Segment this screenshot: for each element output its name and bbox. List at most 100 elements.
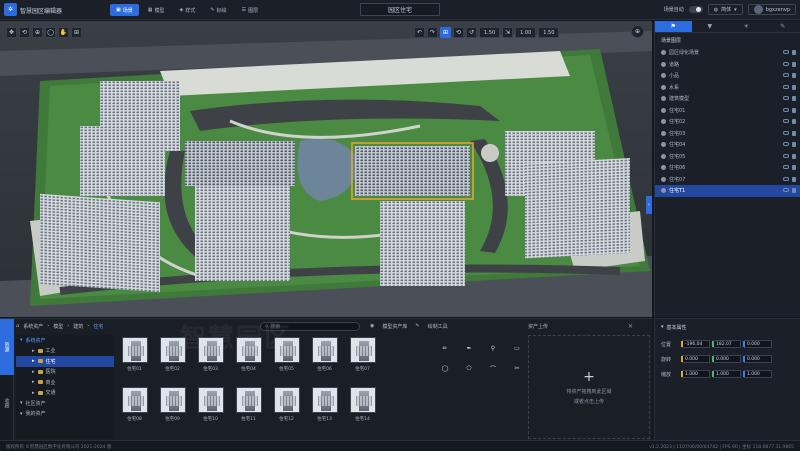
- layer-item[interactable]: 住宅01: [655, 105, 800, 117]
- asset-tree-item[interactable]: ▸ 住宅: [16, 356, 114, 367]
- rotate-step-value[interactable]: 1.50: [479, 27, 501, 38]
- rectangle-icon[interactable]: ▭: [510, 343, 524, 353]
- circle-tool-button[interactable]: ◯: [45, 27, 56, 38]
- layer-item[interactable]: 住宅06: [655, 162, 800, 174]
- asset-thumbnail[interactable]: 住宅09: [156, 387, 189, 431]
- eye-icon[interactable]: [783, 119, 789, 123]
- eye-icon[interactable]: [783, 107, 789, 112]
- eye-icon[interactable]: [783, 73, 789, 77]
- eye-icon[interactable]: [783, 165, 789, 169]
- eye-icon[interactable]: [783, 84, 789, 89]
- layer-item[interactable]: 住宅02: [655, 116, 800, 128]
- tab-resources[interactable]: 资源: [0, 319, 14, 375]
- move-step-value[interactable]: 1.50: [538, 27, 560, 38]
- tab-light[interactable]: ☀: [728, 21, 765, 32]
- user-menu[interactable]: bgxzenvp: [747, 4, 796, 15]
- layer-item[interactable]: 建筑模型: [655, 93, 800, 105]
- lock-icon[interactable]: [792, 188, 796, 193]
- layer-item[interactable]: 住宅03: [655, 128, 800, 140]
- property-x-input[interactable]: -196.04: [681, 340, 710, 348]
- eye-icon[interactable]: [783, 50, 789, 54]
- lock-icon[interactable]: [792, 176, 796, 182]
- layer-item[interactable]: 住宅T1: [655, 185, 800, 197]
- snap-button[interactable]: ⊞: [440, 27, 451, 38]
- lock-icon[interactable]: [792, 165, 796, 170]
- search-icon[interactable]: ⚲: [486, 343, 500, 353]
- compass-icon[interactable]: ⊕: [631, 25, 644, 38]
- nav-scene[interactable]: ▣ 场景: [110, 4, 139, 16]
- layer-item[interactable]: 园区绿化场景: [655, 47, 800, 59]
- asset-tree-item[interactable]: ▸ 交通: [16, 388, 114, 399]
- asset-thumbnail[interactable]: 住宅07: [346, 337, 379, 381]
- tab-edit[interactable]: ✎: [765, 21, 800, 32]
- tab-layers[interactable]: ⚑: [655, 21, 692, 32]
- property-y-input[interactable]: 0.000: [712, 355, 741, 363]
- scissors-icon[interactable]: ✂: [510, 363, 524, 373]
- scale-step-value[interactable]: 1.00: [515, 27, 537, 38]
- scale-step-icon[interactable]: ⇲: [502, 27, 514, 38]
- target-tool-button[interactable]: ⊕: [32, 27, 43, 38]
- breadcrumb-item[interactable]: 住宅: [93, 323, 103, 330]
- eye-icon[interactable]: [783, 176, 789, 181]
- auto-toggle[interactable]: [688, 6, 703, 13]
- property-y-input[interactable]: 1.000: [712, 370, 741, 378]
- eye-icon[interactable]: [783, 61, 789, 66]
- undo-button[interactable]: ↶: [414, 27, 425, 38]
- lock-icon[interactable]: [792, 50, 796, 55]
- arc-icon[interactable]: ⌒: [486, 363, 500, 373]
- lock-icon[interactable]: [792, 119, 796, 124]
- eye-icon[interactable]: [783, 96, 789, 100]
- nav-style[interactable]: ◈ 样式: [174, 4, 202, 16]
- lock-icon[interactable]: [792, 61, 796, 67]
- asset-tree-item[interactable]: ▾ 系统资产: [16, 335, 114, 346]
- layer-item[interactable]: 住宅04: [655, 139, 800, 151]
- refresh-button[interactable]: ⟲: [453, 27, 464, 38]
- property-z-input[interactable]: 0.000: [743, 355, 772, 363]
- tab-filter[interactable]: ▼: [692, 21, 729, 32]
- home-icon[interactable]: ⌂: [16, 323, 19, 329]
- pan-tool-button[interactable]: ✋: [58, 27, 69, 38]
- language-select[interactable]: ◍ 简体 ▾: [707, 4, 743, 15]
- asset-tree-item[interactable]: ▾ 我的资产: [16, 409, 114, 420]
- layer-item[interactable]: 水系: [655, 82, 800, 94]
- nav-layer[interactable]: ☰ 图层: [236, 4, 265, 16]
- lock-icon[interactable]: [792, 142, 796, 147]
- property-y-input[interactable]: 182.07: [712, 340, 741, 348]
- property-x-input[interactable]: 0.000: [681, 355, 710, 363]
- tab-favorites[interactable]: 收藏: [0, 375, 14, 431]
- breadcrumb-item[interactable]: 建筑: [73, 323, 83, 330]
- asset-thumbnail[interactable]: 住宅13: [308, 387, 341, 431]
- asset-tree-item[interactable]: ▸ 医院: [16, 367, 114, 378]
- lock-icon[interactable]: [792, 107, 796, 113]
- lock-icon[interactable]: [792, 130, 796, 136]
- eye-icon[interactable]: [783, 142, 789, 146]
- asset-thumbnail[interactable]: 住宅06: [308, 337, 341, 381]
- pen-icon[interactable]: ✒: [462, 343, 476, 353]
- asset-tree-item[interactable]: ▾ 社区资产: [16, 398, 114, 409]
- asset-thumbnail[interactable]: 住宅08: [118, 387, 151, 431]
- asset-tree-item[interactable]: ▸ 工业: [16, 346, 114, 357]
- lock-icon[interactable]: [792, 84, 796, 90]
- property-z-input[interactable]: 1.000: [743, 370, 772, 378]
- asset-thumbnail[interactable]: 住宅10: [194, 387, 227, 431]
- polygon-icon[interactable]: ⬠: [462, 363, 476, 373]
- breadcrumb-item[interactable]: 系统资产: [23, 323, 43, 330]
- 3d-viewport[interactable]: ✥ ⟲ ⊕ ◯ ✋ ⊞ ↶ ↷ ⊞ ⟲ ↺ 1.50 ⇲ 1.00 1.50 ⊕…: [0, 21, 652, 317]
- property-x-input[interactable]: 1.000: [681, 370, 710, 378]
- asset-tree-item[interactable]: ▸ 商业: [16, 377, 114, 388]
- asset-thumbnail[interactable]: 住宅11: [232, 387, 265, 431]
- lock-icon[interactable]: [792, 153, 796, 159]
- nav-model[interactable]: ▦ 模型: [142, 4, 171, 16]
- rotate-tool-button[interactable]: ⟲: [19, 27, 30, 38]
- layer-item[interactable]: 住宅07: [655, 174, 800, 186]
- upload-dropzone[interactable]: + 将资产拖拽到此区域 或者点击上传: [528, 335, 650, 439]
- eye-icon[interactable]: [783, 153, 789, 158]
- nav-draw[interactable]: ✎ 标绘: [204, 4, 232, 16]
- circle-icon[interactable]: ◯: [438, 363, 452, 373]
- layer-item[interactable]: 小品: [655, 70, 800, 82]
- rotate-step-icon[interactable]: ↺: [466, 27, 477, 38]
- asset-thumbnail[interactable]: 住宅01: [118, 337, 151, 381]
- layer-item[interactable]: 道路: [655, 59, 800, 71]
- lock-icon[interactable]: [792, 96, 796, 101]
- layer-item[interactable]: 住宅05: [655, 151, 800, 163]
